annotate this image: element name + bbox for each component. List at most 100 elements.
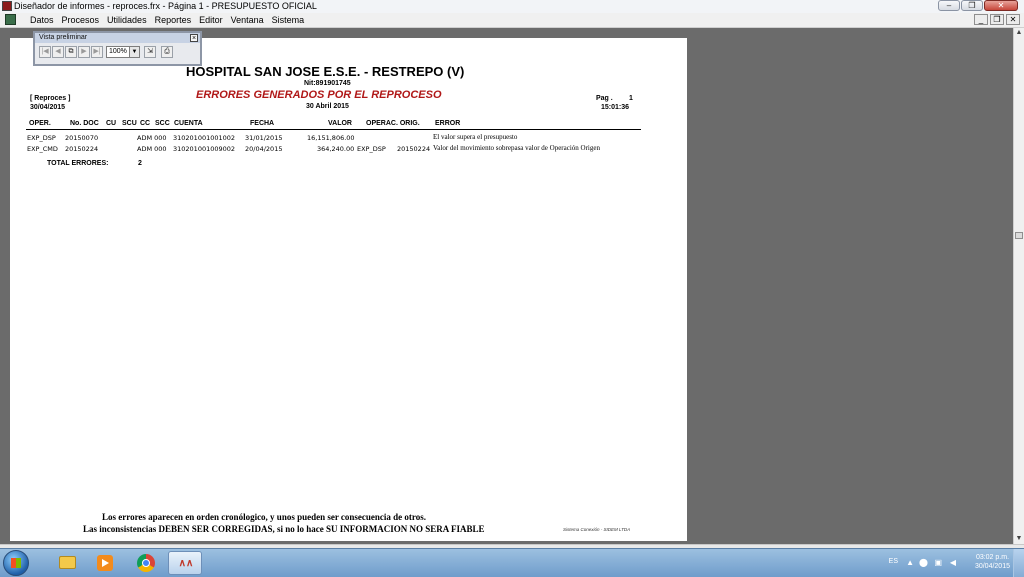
document-window-controls: _ ❐ ✕ <box>972 14 1020 25</box>
preview-toolbar-title: Vista preliminar <box>39 34 88 41</box>
preview-toolbar-close-button[interactable]: × <box>190 34 198 42</box>
col-operac-orig: OPERAC. ORIG. <box>366 120 420 127</box>
start-button[interactable] <box>3 550 29 576</box>
report-designer-icon: ∧∧ <box>178 558 194 569</box>
menu-reportes[interactable]: Reportes <box>151 13 196 27</box>
page-label: Pag . <box>596 95 613 102</box>
next-page-button[interactable]: ▶ <box>78 46 90 58</box>
taskbar-chrome[interactable] <box>128 551 162 575</box>
cell-oper: EXP_DSP <box>27 134 56 142</box>
col-scc: SCC <box>155 120 170 127</box>
footer-credit: Sistema Conexión - SIDEM LTDA <box>563 527 631 532</box>
zoom-value: 100% <box>109 48 127 55</box>
header-divider <box>26 129 641 130</box>
taskbar-explorer[interactable] <box>50 551 84 575</box>
total-errors-value: 2 <box>138 160 142 167</box>
cell-cuenta: 310201001009002 <box>173 145 236 153</box>
doc-restore-button[interactable]: ❐ <box>990 14 1004 25</box>
cell-valor: 16,151,806.00 <box>307 134 355 142</box>
preview-toolbar-titlebar[interactable]: Vista preliminar × <box>35 33 200 43</box>
chevron-down-icon[interactable]: ▼ <box>129 47 139 57</box>
scroll-up-icon[interactable]: ▲ <box>1014 28 1024 38</box>
scroll-down-icon[interactable]: ▼ <box>1014 534 1024 544</box>
print-time: 15:01:36 <box>601 104 630 111</box>
show-desktop-button[interactable] <box>1013 549 1024 577</box>
chrome-icon <box>137 554 155 572</box>
menu-datos[interactable]: Datos <box>26 13 58 27</box>
print-icon[interactable]: ⎙ <box>161 46 173 58</box>
window-controls: – ❐ ✕ <box>937 0 1018 12</box>
menu-editor[interactable]: Editor <box>195 13 227 27</box>
doc-minimize-button[interactable]: _ <box>974 14 988 25</box>
media-player-icon <box>97 555 113 571</box>
cell-doc: 20150070 <box>65 134 99 142</box>
folder-icon <box>59 556 76 569</box>
clock-date: 30/04/2015 <box>974 563 1010 570</box>
menu-utilidades[interactable]: Utilidades <box>103 13 151 27</box>
cell-cuenta: 310201001001002 <box>173 134 236 142</box>
cell-error: El valor supera el presupuesto <box>433 133 518 141</box>
windows-logo-icon <box>11 558 21 568</box>
col-oper: OPER. <box>29 120 51 127</box>
clock-time: 03:02 p.m. <box>975 554 1010 561</box>
vertical-scrollbar[interactable]: ▲ ▼ <box>1013 28 1024 544</box>
window-titlebar: Diseñador de informes - reproces.frx - P… <box>0 0 1024 14</box>
footer-note-2: Las inconsistencias DEBEN SER CORREGIDAS… <box>83 524 485 534</box>
network-icon[interactable]: ▣ <box>934 558 942 567</box>
col-scu: SCU <box>122 120 137 127</box>
col-doc: No. DOC <box>70 120 99 127</box>
close-button[interactable]: ✕ <box>984 0 1018 11</box>
menu-procesos[interactable]: Procesos <box>58 13 104 27</box>
col-fecha: FECHA <box>250 120 275 127</box>
scroll-thumb[interactable] <box>1015 232 1023 239</box>
report-title: HOSPITAL SAN JOSE E.S.E. - RESTREPO (V) <box>186 64 465 79</box>
tray-expand-icon[interactable]: ▲ <box>906 558 914 567</box>
report-subtitle: ERRORES GENERADOS POR EL REPROCESO <box>196 89 442 101</box>
action-center-icon[interactable]: ⬤ <box>919 558 928 567</box>
zoom-select[interactable]: 100% ▼ <box>106 46 140 58</box>
doc-close-button[interactable]: ✕ <box>1006 14 1020 25</box>
menu-sistema[interactable]: Sistema <box>268 13 309 27</box>
tray-clock[interactable]: 03:02 p.m. 30/04/2015 <box>975 553 1010 571</box>
cell-doc: 20150224 <box>65 145 99 153</box>
window-title: Diseñador de informes - reproces.frx - P… <box>14 1 317 11</box>
footer-note-1: Los errores aparecen en orden cronólogic… <box>102 512 426 522</box>
col-valor: VALOR <box>328 120 352 127</box>
preview-toolbar[interactable]: Vista preliminar × |◀ ◀ ⧉ ▶ ▶| 100% ▼ ⇲ … <box>33 31 202 66</box>
cell-adm: ADM 000 <box>137 145 167 153</box>
restore-button[interactable]: ❐ <box>961 0 983 11</box>
taskbar-report-designer[interactable]: ∧∧ <box>168 551 202 575</box>
cell-error: Valor del movimiento sobrepasa valor de … <box>433 144 600 152</box>
total-errors-label: TOTAL ERRORES: <box>47 160 109 167</box>
goto-page-button[interactable]: ⧉ <box>65 46 77 58</box>
minimize-button[interactable]: – <box>938 0 960 11</box>
cell-doc-orig: 20150224 <box>397 145 431 153</box>
first-page-button[interactable]: |◀ <box>39 46 51 58</box>
cell-valor: 364,240.00 <box>317 145 355 153</box>
report-date: 30 Abril 2015 <box>306 103 349 110</box>
prev-page-button[interactable]: ◀ <box>52 46 64 58</box>
cell-adm: ADM 000 <box>137 134 167 142</box>
col-error: ERROR <box>435 120 461 127</box>
cell-oper: EXP_CMD <box>27 145 58 153</box>
report-module: [ Reproces ] <box>30 95 71 102</box>
system-tray: ES ▲ ⬤ ▣ ◀ 03:02 p.m. 30/04/2015 <box>864 549 1024 577</box>
volume-icon[interactable]: ◀ <box>950 558 956 567</box>
cell-fecha: 31/01/2015 <box>245 134 283 142</box>
report-nit: Nit:891901745 <box>304 80 351 87</box>
col-cc: CC <box>140 120 151 127</box>
taskbar: ∧∧ ES ▲ ⬤ ▣ ◀ 03:02 p.m. 30/04/2015 <box>0 548 1024 577</box>
page-number: 1 <box>629 95 633 102</box>
col-cuenta: CUENTA <box>174 120 203 127</box>
last-page-button[interactable]: ▶| <box>91 46 103 58</box>
language-indicator[interactable]: ES <box>889 558 898 565</box>
exit-preview-icon[interactable]: ⇲ <box>144 46 156 58</box>
menu-ventana[interactable]: Ventana <box>227 13 268 27</box>
document-icon[interactable] <box>5 14 16 25</box>
report-page: HOSPITAL SAN JOSE E.S.E. - RESTREPO (V) … <box>10 38 687 541</box>
taskbar-media-player[interactable] <box>88 551 122 575</box>
app-icon <box>2 1 12 11</box>
cell-fecha: 20/04/2015 <box>245 145 283 153</box>
cell-oper-orig: EXP_DSP <box>357 145 386 153</box>
menu-bar: Datos Procesos Utilidades Reportes Edito… <box>0 13 1024 28</box>
